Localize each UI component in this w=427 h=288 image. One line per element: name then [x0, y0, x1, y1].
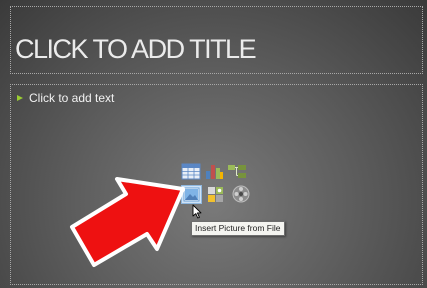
bullet-triangle-icon	[17, 95, 23, 101]
content-bullet-row: Click to add text	[17, 91, 114, 105]
content-placeholder-text: Click to add text	[29, 91, 115, 105]
insert-chart-icon[interactable]	[204, 163, 224, 180]
red-arrow-annotation-icon	[56, 165, 188, 278]
insert-media-icon[interactable]	[231, 185, 251, 203]
slide-canvas: CLICK TO ADD TITLE Click to add text Ins…	[0, 0, 427, 288]
insert-clip-art-icon[interactable]	[206, 186, 226, 203]
tooltip-insert-picture: Insert Picture from File	[191, 221, 285, 236]
title-placeholder[interactable]: CLICK TO ADD TITLE	[10, 6, 423, 74]
title-placeholder-text: CLICK TO ADD TITLE	[15, 34, 257, 64]
insert-smartart-icon[interactable]	[227, 163, 247, 180]
